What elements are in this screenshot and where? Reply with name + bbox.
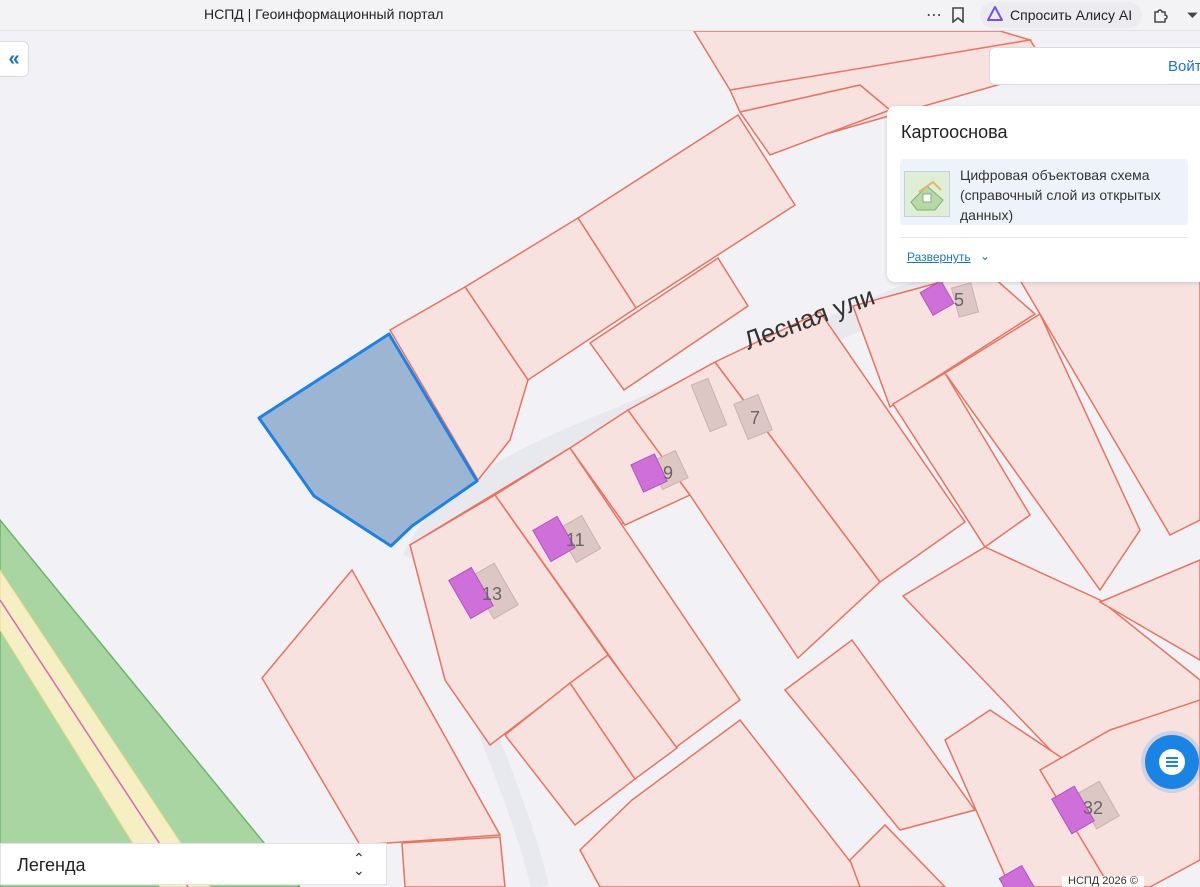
house-number: 7: [750, 408, 760, 428]
chat-icon: [1159, 749, 1185, 775]
layer-name: Цифровая объектовая схема (справочный сл…: [960, 167, 1161, 223]
layer-thumbnail: [904, 171, 950, 217]
house-number: 32: [1083, 798, 1103, 818]
extensions-icon[interactable]: [1150, 5, 1172, 25]
alice-button[interactable]: Спросить Алису AI: [980, 2, 1143, 28]
legend-label: Легенда: [17, 855, 86, 875]
house-number: 13: [482, 584, 502, 604]
divider: [900, 237, 1188, 238]
layer-option[interactable]: Цифровая объектовая схема (справочный сл…: [900, 159, 1188, 225]
house-number: 11: [566, 530, 585, 550]
alice-icon: [986, 5, 1004, 26]
chat-button[interactable]: [1145, 735, 1199, 789]
copyright: НСПД 2026 ©: [1062, 876, 1144, 887]
login-label: Войти: [1168, 58, 1200, 75]
login-button[interactable]: Войти: [989, 47, 1200, 85]
collapse-sidebar-button[interactable]: «: [0, 41, 29, 77]
bookmark-icon[interactable]: [949, 5, 967, 25]
legend-bar[interactable]: Легенда ⌃ ⌄: [0, 843, 387, 885]
house-number: 9: [663, 463, 673, 483]
expand-link[interactable]: Развернуть: [907, 250, 971, 264]
collapse-left-icon: «: [8, 47, 20, 70]
more-icon[interactable]: ⋯: [925, 5, 943, 25]
parcel[interactable]: [783, 638, 977, 831]
house-number: 5: [954, 290, 964, 310]
tab-title[interactable]: НСПД | Геоинформационный портал: [204, 6, 443, 22]
parcel[interactable]: [401, 836, 506, 887]
basemap-panel: Картооснова Цифровая объектовая схема (с…: [887, 106, 1200, 282]
browser-top-bar: НСПД | Геоинформационный портал ⋯ Спроси…: [0, 0, 1200, 31]
panel-title: Картооснова: [901, 122, 1008, 142]
chevron-down-icon[interactable]: ⌄: [980, 249, 990, 263]
sort-toggle-icon[interactable]: ⌃ ⌄: [353, 851, 365, 877]
parcel[interactable]: [849, 823, 947, 887]
alice-label: Спросить Алису AI: [1010, 7, 1133, 23]
filter-icon[interactable]: ⏷: [1185, 5, 1200, 25]
